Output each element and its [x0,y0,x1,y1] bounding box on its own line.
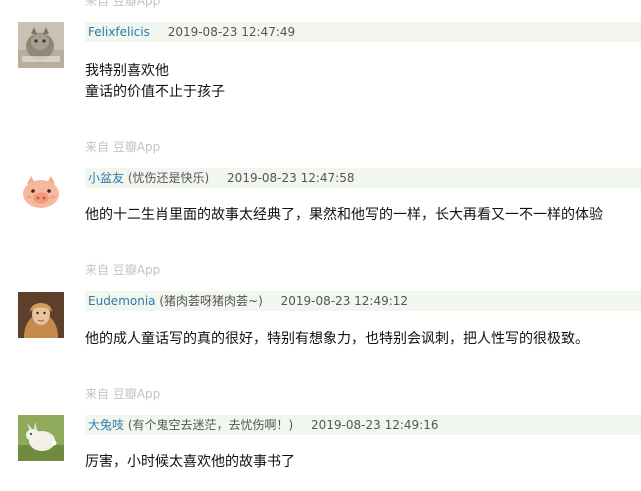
comment-author-status: (忧伤还是快乐) [127,171,210,185]
comment-timestamp: 2019-08-23 12:47:58 [227,171,355,185]
portrait-avatar-image [18,292,64,338]
comment-timestamp: 2019-08-23 12:49:16 [311,418,439,432]
comment-timestamp: 2019-08-23 12:47:49 [167,25,296,39]
comment-source-label: 来自 豆瓣App [85,140,161,154]
cat-photo-avatar-image [18,22,64,68]
comment-author-status: (猪肉荟呀猪肉荟~) [159,294,263,308]
comment-content-line: 童话的价值不止于孩子 [85,84,225,100]
comment-content-line: 他的十二生肖里面的故事太经典了，果然和他写的一样，长大再看又一不一样的体验 [85,207,603,223]
comment-source-label: 来自 豆瓣App [85,263,161,277]
comment-content: 他的成人童话写的真的很好，特别有想象力，也特别会讽刺，把人性写的很极致。 [85,329,589,350]
comment-source-label: 来自 豆瓣App [85,387,161,401]
comment-timestamp: 2019-08-23 12:49:12 [280,294,409,308]
portrait-avatar[interactable] [18,292,64,338]
rabbit-avatar[interactable] [18,415,64,461]
comment-meta-bar: Eudemonia (猪肉荟呀猪肉荟~) 2019-08-23 12:49:12 [85,291,641,311]
comment-author-link[interactable]: Felixfelicis [88,25,150,39]
comment-author-link[interactable]: 小盆友 [88,171,124,185]
comment-author-status: (有个鬼空去迷茫，去忧伤啊！) [127,418,294,432]
pig-avatar[interactable] [18,170,64,216]
comment-content: 他的十二生肖里面的故事太经典了，果然和他写的一样，长大再看又一不一样的体验 [85,205,603,226]
comment-content-line: 他的成人童话写的真的很好，特别有想象力，也特别会讽刺，把人性写的很极致。 [85,331,589,347]
comment-author-link[interactable]: Eudemonia [88,294,156,308]
comment-author-link[interactable]: 大兔吱 [88,418,124,432]
comment-meta-bar: 大兔吱 (有个鬼空去迷茫，去忧伤啊！) 2019-08-23 12:49:16 [85,415,641,435]
cat-photo-avatar[interactable] [18,22,64,68]
comment-meta-bar: Felixfelicis 2019-08-23 12:47:49 [85,22,641,42]
comment-content-line: 我特别喜欢他 [85,63,169,79]
comment-source-label: 来自 豆瓣App [85,0,161,8]
pig-avatar-image [18,170,64,216]
rabbit-avatar-image [18,415,64,461]
comment-content: 我特别喜欢他 童话的价值不止于孩子 [85,61,225,103]
comment-content-line: 厉害，小时候太喜欢他的故事书了 [85,454,295,470]
comment-content: 厉害，小时候太喜欢他的故事书了 [85,452,295,473]
comment-meta-bar: 小盆友 (忧伤还是快乐) 2019-08-23 12:47:58 [85,168,641,188]
